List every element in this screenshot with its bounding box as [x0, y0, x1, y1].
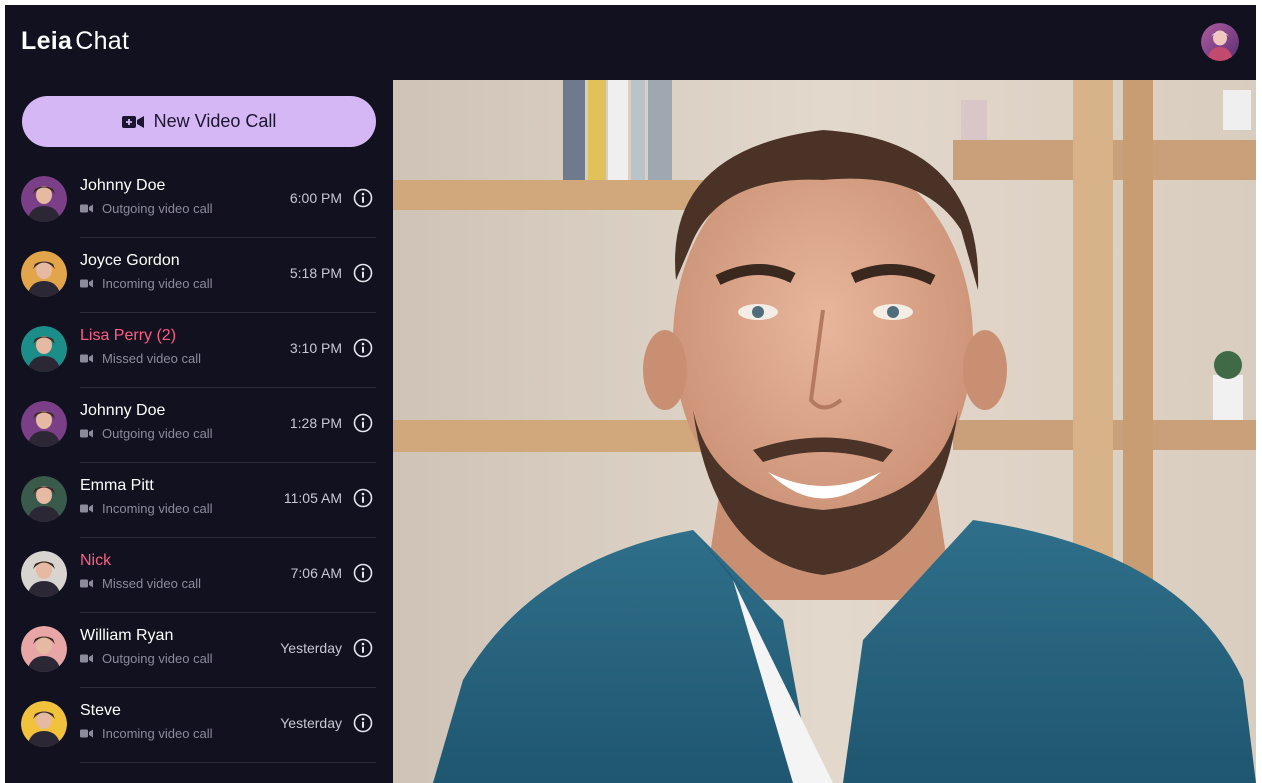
call-time: 3:10 PM: [289, 340, 342, 356]
caller-name: Lisa Perry (2): [80, 327, 177, 344]
top-bar: Leia Chat: [5, 5, 1256, 80]
caller-name: Nick: [80, 552, 112, 569]
call-type-label: Outgoing video call: [102, 426, 213, 441]
call-list-item[interactable]: Johnny Doe Outgoing video call 6:00 PM: [5, 163, 393, 238]
caller-name: Johnny Doe: [80, 177, 166, 194]
info-icon[interactable]: [353, 488, 373, 508]
app-logo[interactable]: Leia Chat: [21, 27, 129, 56]
video-camera-icon: [121, 115, 144, 128]
call-list-item[interactable]: Steve Incoming video call Yesterday: [5, 688, 393, 763]
avatar[interactable]: [21, 401, 67, 447]
info-icon[interactable]: [353, 263, 373, 283]
video-camera-icon: [80, 729, 93, 738]
call-list-item[interactable]: Lisa Perry (2) Missed video call 3:10 PM: [5, 313, 393, 388]
avatar[interactable]: [21, 476, 67, 522]
video-camera-icon: [80, 354, 93, 363]
call-list-item[interactable]: Nick Missed video call 7:06 AM: [5, 538, 393, 613]
call-type-label: Incoming video call: [102, 276, 213, 291]
logo-leia: Leia: [21, 27, 73, 55]
avatar[interactable]: [21, 176, 67, 222]
app-window: Leia Chat New Video Call Johnny Doe Outgoi…: [5, 5, 1256, 783]
caller-name: Steve: [80, 702, 121, 719]
call-type: Outgoing video call: [80, 201, 213, 216]
video-camera-icon: [80, 504, 93, 513]
call-type-label: Incoming video call: [102, 726, 213, 741]
logo-chat: Chat: [75, 27, 130, 55]
call-time: 1:28 PM: [289, 415, 342, 431]
call-type: Missed video call: [80, 351, 201, 366]
info-icon[interactable]: [353, 413, 373, 433]
avatar[interactable]: [21, 251, 67, 297]
avatar[interactable]: [21, 551, 67, 597]
call-type-label: Missed video call: [102, 576, 201, 591]
info-icon[interactable]: [353, 638, 373, 658]
video-camera-icon: [80, 654, 93, 663]
video-camera-icon: [80, 429, 93, 438]
call-type: Incoming video call: [80, 726, 213, 741]
call-type: Incoming video call: [80, 501, 213, 516]
call-type: Incoming video call: [80, 276, 213, 291]
call-list-item[interactable]: William Ryan Outgoing video call Yesterday: [5, 613, 393, 688]
info-icon[interactable]: [353, 713, 373, 733]
caller-name: Johnny Doe: [80, 402, 166, 419]
avatar[interactable]: [21, 701, 67, 747]
call-type-label: Missed video call: [102, 351, 201, 366]
call-time: Yesterday: [280, 715, 342, 731]
caller-name: Joyce Gordon: [80, 252, 180, 269]
call-type: Outgoing video call: [80, 426, 213, 441]
new-video-call-label: New Video Call: [153, 111, 277, 131]
video-camera-icon: [80, 279, 93, 288]
info-icon[interactable]: [353, 338, 373, 358]
call-list-item[interactable]: Joyce Gordon Incoming video call 5:18 PM: [5, 238, 393, 313]
call-type: Missed video call: [80, 576, 201, 591]
video-camera-icon: [80, 579, 93, 588]
caller-name: William Ryan: [80, 627, 174, 644]
call-list-item[interactable]: Emma Pitt Incoming video call 11:05 AM: [5, 463, 393, 538]
call-time: 7:06 AM: [290, 565, 342, 581]
call-time: 5:18 PM: [289, 265, 342, 281]
caller-name: Emma Pitt: [80, 477, 154, 494]
call-history-sidebar: New Video Call Johnny Doe Outgoing video …: [5, 80, 393, 783]
info-icon[interactable]: [353, 563, 373, 583]
avatar[interactable]: [21, 326, 67, 372]
call-type-label: Outgoing video call: [102, 201, 213, 216]
call-list-item[interactable]: Johnny Doe Outgoing video call 1:28 PM: [5, 388, 393, 463]
call-type: Outgoing video call: [80, 651, 213, 666]
video-feed: [393, 80, 1256, 783]
info-icon[interactable]: [353, 188, 373, 208]
call-type-label: Outgoing video call: [102, 651, 213, 666]
new-video-call-button[interactable]: New Video Call: [22, 96, 376, 147]
video-camera-icon: [80, 204, 93, 213]
call-time: 11:05 AM: [283, 490, 342, 506]
profile-avatar[interactable]: [1201, 23, 1239, 61]
call-time: Yesterday: [280, 640, 342, 656]
avatar[interactable]: [21, 626, 67, 672]
call-type-label: Incoming video call: [102, 501, 213, 516]
divider: [80, 762, 376, 763]
call-time: 6:00 PM: [289, 190, 342, 206]
